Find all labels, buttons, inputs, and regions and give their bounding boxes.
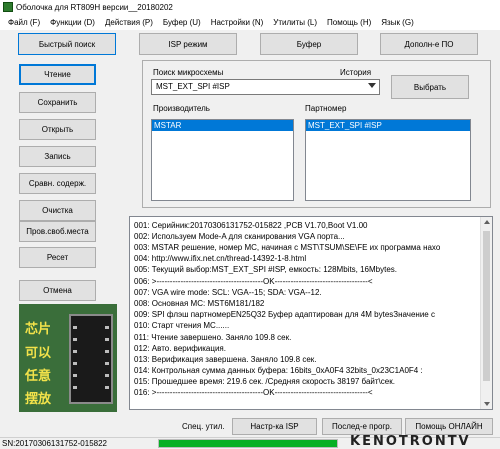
chip-search-value: MST_EXT_SPI #ISP — [156, 82, 230, 91]
app-icon — [3, 2, 13, 12]
log-output[interactable]: 001: Серийник:20170306131752-015822 ,PCB… — [129, 216, 493, 410]
help-online-button[interactable]: Помощь ОНЛАЙН — [405, 418, 493, 435]
log-line: 003: MSTAR решение, номер MC, начиная с … — [134, 243, 441, 252]
log-line: 004: http://www.ifix.net.cn/thread-14392… — [134, 254, 307, 263]
partnumber-item-selected[interactable]: MST_EXT_SPI #ISP — [306, 120, 470, 131]
menu-file[interactable]: Файл (F) — [3, 18, 45, 27]
scroll-down-icon[interactable] — [484, 402, 490, 406]
chip-search-label: Поиск микросхемы — [153, 68, 224, 77]
serial-number: SN:20170306131752-015822 — [2, 439, 107, 448]
chip-hint-text: 可以 — [25, 345, 52, 360]
menu-language[interactable]: Язык (G) — [376, 18, 418, 27]
manufacturer-list[interactable]: MSTAR — [151, 119, 294, 201]
quick-search-button[interactable]: Быстрый поиск — [18, 33, 116, 55]
isp-mode-button[interactable]: ISP режим — [139, 33, 237, 55]
last-program-button[interactable]: Послед-е прогр. — [322, 418, 402, 435]
menu-buffer[interactable]: Буфер (U) — [158, 18, 206, 27]
log-line: 002: Используем Mode-A для сканирования … — [134, 232, 345, 241]
log-line: 001: Серийник:20170306131752-015822 ,PCB… — [134, 221, 368, 230]
scroll-up-icon[interactable] — [484, 220, 490, 224]
log-scrollbar[interactable] — [480, 217, 492, 409]
erase-button[interactable]: Очистка — [19, 200, 96, 221]
title-bar: Оболочка для RT809H версии__20180202 — [0, 0, 500, 14]
chip-placement-image: 芯片 可以 任意 摆放 — [19, 304, 117, 412]
reset-button[interactable]: Ресет — [19, 247, 96, 268]
menu-actions[interactable]: Действия (P) — [100, 18, 158, 27]
log-line: 012: Авто. верификация. — [134, 344, 226, 353]
menu-functions[interactable]: Функции (D) — [45, 18, 100, 27]
watermark: KENOTRONTV — [350, 434, 471, 449]
open-button[interactable]: Открыть — [19, 119, 96, 140]
manufacturer-label: Производитель — [153, 104, 210, 113]
spec-utils-label: Спец. утил. — [182, 422, 225, 431]
log-line: 005: Текущий выбор:MST_EXT_SPI #ISP, емк… — [134, 265, 398, 274]
menu-bar: Файл (F) Функции (D) Действия (P) Буфер … — [0, 14, 500, 30]
log-line: 008: Основная MC: MST6M181/182 — [134, 299, 265, 308]
blank-check-button[interactable]: Пров.своб.места — [19, 221, 96, 242]
progress-bar — [158, 439, 338, 448]
cancel-button[interactable]: Отмена — [19, 280, 96, 301]
chevron-down-icon[interactable] — [368, 83, 376, 88]
partnumber-label: Партномер — [305, 104, 347, 113]
extra-software-button[interactable]: Дополн-е ПО — [380, 33, 478, 55]
menu-settings[interactable]: Настройки (N) — [206, 18, 269, 27]
log-line: 015: Прошедшее время: 219.6 сек. /Средня… — [134, 377, 395, 386]
log-line: 009: SPI флэш партномерEN25Q32 Буфер ада… — [134, 310, 435, 319]
scroll-thumb[interactable] — [483, 231, 490, 381]
select-button[interactable]: Выбрать — [391, 75, 469, 99]
progress-fill — [159, 440, 337, 447]
window-title: Оболочка для RT809H версии__20180202 — [16, 2, 173, 12]
partnumber-list[interactable]: MST_EXT_SPI #ISP — [305, 119, 471, 201]
chip-hint-text: 任意 — [25, 368, 52, 383]
zif-socket-icon — [69, 314, 113, 404]
log-line: 014: Контрольная сумма данных буфера: 16… — [134, 366, 423, 375]
log-line: 010: Старт чтения MC...... — [134, 321, 230, 330]
menu-utilities[interactable]: Утилиты (L) — [268, 18, 322, 27]
history-label: История — [340, 68, 372, 77]
log-line: 016: >----------------------------------… — [134, 388, 373, 397]
chip-search-combo[interactable]: MST_EXT_SPI #ISP — [151, 79, 380, 95]
menu-help[interactable]: Помощь (H) — [322, 18, 376, 27]
chip-hint-text: 摆放 — [25, 391, 52, 406]
compare-button[interactable]: Сравн. содерж. — [19, 173, 96, 194]
log-line: 011: Чтение завершено. Заняло 109.8 сек. — [134, 333, 292, 342]
write-button[interactable]: Запись — [19, 146, 96, 167]
read-button[interactable]: Чтение — [19, 64, 96, 85]
manufacturer-item-selected[interactable]: MSTAR — [152, 120, 293, 131]
isp-settings-button[interactable]: Настр-ка ISP — [232, 418, 317, 435]
log-line: 006: >----------------------------------… — [134, 277, 373, 286]
chip-hint-text: 芯片 — [25, 321, 52, 336]
log-line: 013: Верификация завершена. Заняло 109.8… — [134, 355, 317, 364]
save-button[interactable]: Сохранить — [19, 92, 96, 113]
buffer-button[interactable]: Буфер — [260, 33, 358, 55]
log-line: 007: VGA wire mode: SCL: VGA--15; SDA: V… — [134, 288, 322, 297]
